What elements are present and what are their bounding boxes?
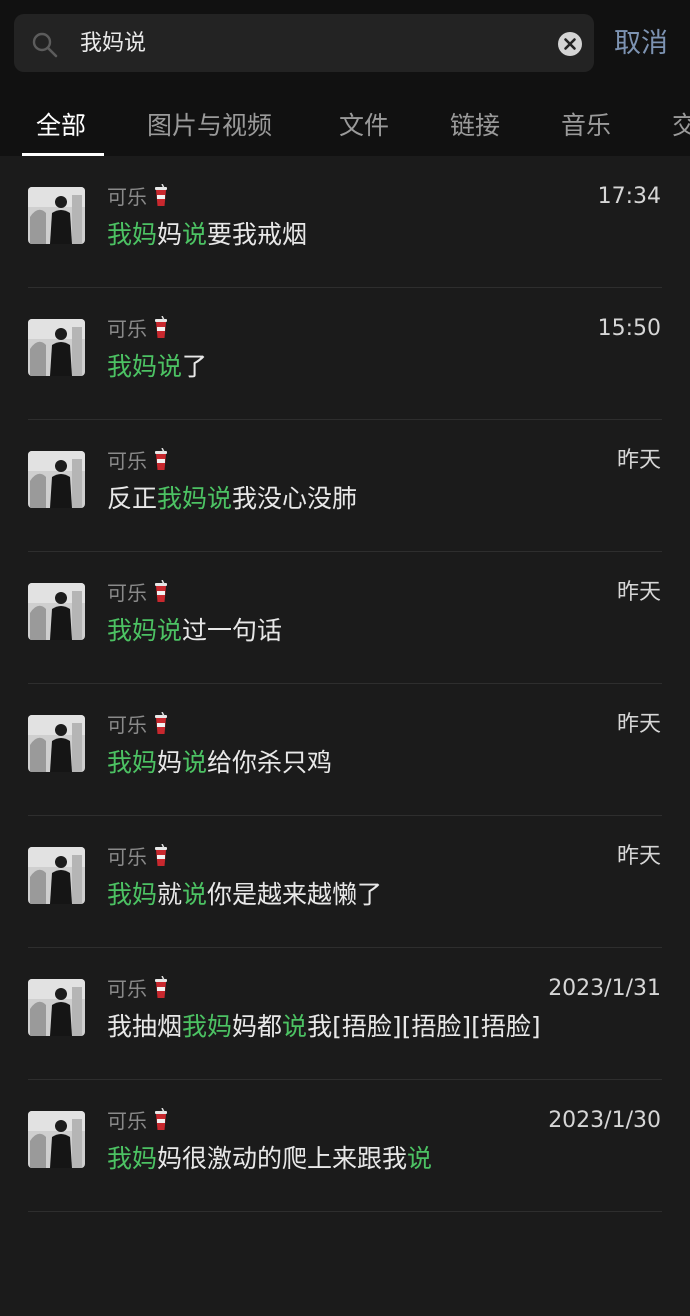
snippet-text: 了 <box>182 352 208 381</box>
cup-icon <box>153 183 169 208</box>
tab-music[interactable]: 音乐 <box>561 106 611 146</box>
search-result-row[interactable]: 可乐 2023/1/31 我抽烟我妈妈都说我[捂脸][捂脸][捂脸] <box>0 948 690 1080</box>
tab-images-videos[interactable]: 图片与视频 <box>147 106 272 146</box>
message-snippet: 反正我妈说我没心没肺 <box>107 481 357 517</box>
search-result-row[interactable]: 可乐 昨天我妈就说你是越来越懒了 <box>0 816 690 948</box>
highlighted-term: 说 <box>182 880 208 909</box>
message-snippet: 我妈说了 <box>107 349 207 385</box>
message-snippet: 我抽烟我妈妈都说我[捂脸][捂脸][捂脸] <box>107 1009 541 1045</box>
clear-icon[interactable] <box>557 31 583 57</box>
snippet-text: 我抽烟 <box>107 1012 183 1041</box>
avatar <box>28 319 85 376</box>
sender-name: 可乐 <box>107 446 169 476</box>
avatar <box>28 847 85 904</box>
snippet-text: 反正 <box>107 484 158 513</box>
sender-name-text: 可乐 <box>107 845 147 869</box>
snippet-text: 我[捂脸][捂脸][捂脸] <box>307 1012 541 1041</box>
message-time: 2023/1/31 <box>548 976 661 1001</box>
snippet-text: 妈 <box>157 748 183 777</box>
avatar <box>28 979 85 1036</box>
highlighted-term: 我妈 <box>107 880 158 909</box>
avatar <box>28 583 85 640</box>
snippet-text: 我没心没肺 <box>232 484 358 513</box>
message-snippet: 我妈说过一句话 <box>107 613 282 649</box>
sender-name: 可乐 <box>107 1106 169 1136</box>
search-result-row[interactable]: 可乐 15:50 我妈说了 <box>0 288 690 420</box>
highlighted-term: 我妈 <box>107 748 158 777</box>
message-snippet: 我妈妈说要我戒烟 <box>107 217 307 253</box>
message-time: 昨天 <box>616 844 661 869</box>
divider <box>28 1211 662 1212</box>
tab-files[interactable]: 文件 <box>339 106 389 146</box>
sender-name: 可乐 <box>107 974 169 1004</box>
cup-icon <box>153 843 169 868</box>
tab-all[interactable]: 全部 <box>36 106 86 146</box>
sender-name-text: 可乐 <box>107 185 147 209</box>
message-time: 昨天 <box>616 712 661 737</box>
highlighted-term: 说 <box>407 1144 433 1173</box>
search-result-row[interactable]: 可乐 17:34 我妈妈说要我戒烟 <box>0 156 690 288</box>
message-time: 昨天 <box>616 448 661 473</box>
highlighted-term: 说 <box>182 748 208 777</box>
message-time: 15:50 <box>597 316 661 341</box>
search-result-row[interactable]: 可乐 昨天反正我妈说我没心没肺 <box>0 420 690 552</box>
highlighted-term: 我妈说 <box>107 352 183 381</box>
sender-name: 可乐 <box>107 314 169 344</box>
avatar <box>28 187 85 244</box>
highlighted-term: 说 <box>282 1012 308 1041</box>
sender-name: 可乐 <box>107 710 169 740</box>
tab-more[interactable]: 交 <box>672 106 690 146</box>
sender-name: 可乐 <box>107 578 169 608</box>
cup-icon <box>153 711 169 736</box>
cup-icon <box>153 579 169 604</box>
snippet-text: 妈 <box>157 220 183 249</box>
message-time: 17:34 <box>597 184 661 209</box>
search-icon <box>32 32 58 58</box>
highlighted-term: 我妈 <box>107 1144 158 1173</box>
snippet-text: 给你杀只鸡 <box>207 748 333 777</box>
highlighted-term: 说 <box>182 220 208 249</box>
snippet-text: 你是越来越懒了 <box>207 880 383 909</box>
sender-name-text: 可乐 <box>107 1109 147 1133</box>
search-result-row[interactable]: 可乐 昨天我妈妈说给你杀只鸡 <box>0 684 690 816</box>
message-snippet: 我妈就说你是越来越懒了 <box>107 877 382 913</box>
snippet-text: 妈很激动的爬上来跟我 <box>157 1144 408 1173</box>
search-result-row[interactable]: 可乐 昨天我妈说过一句话 <box>0 552 690 684</box>
message-time: 2023/1/30 <box>548 1108 661 1133</box>
snippet-text: 过一句话 <box>182 616 283 645</box>
search-result-row[interactable]: 可乐 2023/1/30 我妈妈很激动的爬上来跟我说 <box>0 1080 690 1212</box>
message-snippet: 我妈妈说给你杀只鸡 <box>107 745 332 781</box>
sender-name: 可乐 <box>107 842 169 872</box>
sender-name-text: 可乐 <box>107 317 147 341</box>
highlighted-term: 我妈 <box>107 220 158 249</box>
search-header: 我妈说 取消 全部 图片与视频 文件 链接 音乐 交 <box>0 0 690 156</box>
message-time: 昨天 <box>616 580 661 605</box>
cup-icon <box>153 1107 169 1132</box>
search-input[interactable]: 我妈说 <box>80 28 146 60</box>
avatar <box>28 451 85 508</box>
snippet-text: 要我戒烟 <box>207 220 308 249</box>
snippet-text: 妈都 <box>232 1012 283 1041</box>
cup-icon <box>153 315 169 340</box>
avatar <box>28 1111 85 1168</box>
sender-name-text: 可乐 <box>107 449 147 473</box>
highlighted-term: 我妈说 <box>107 616 183 645</box>
snippet-text: 就 <box>157 880 183 909</box>
search-results-list: 可乐 17:34 我妈妈说要我戒烟 可乐 15:50 我妈说了 可乐 昨天 反正我妈说我没心没肺… <box>0 156 690 1212</box>
cup-icon <box>153 447 169 472</box>
sender-name-text: 可乐 <box>107 977 147 1001</box>
sender-name-text: 可乐 <box>107 581 147 605</box>
message-snippet: 我妈妈很激动的爬上来跟我说 <box>107 1141 432 1177</box>
cancel-button[interactable]: 取消 <box>614 26 668 62</box>
tab-links[interactable]: 链接 <box>450 106 500 146</box>
filter-tabs: 全部 图片与视频 文件 链接 音乐 交 <box>0 96 690 156</box>
cup-icon <box>153 975 169 1000</box>
sender-name-text: 可乐 <box>107 713 147 737</box>
highlighted-term: 我妈 <box>182 1012 233 1041</box>
highlighted-term: 我妈说 <box>157 484 233 513</box>
avatar <box>28 715 85 772</box>
sender-name: 可乐 <box>107 182 169 212</box>
